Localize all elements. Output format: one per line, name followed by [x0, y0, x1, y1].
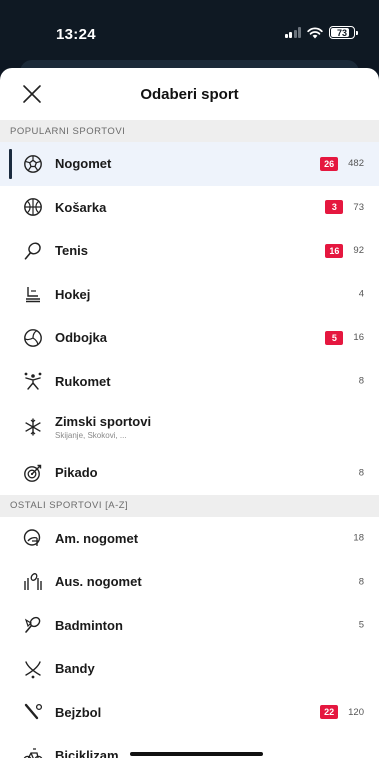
sport-item-aus-nogomet[interactable]: Aus. nogomet 8	[0, 560, 379, 604]
cycling-icon	[22, 745, 44, 758]
sport-counts: 16 92	[325, 243, 364, 258]
sport-counts: 26 482	[320, 156, 364, 171]
sport-item-bandy[interactable]: Bandy	[0, 647, 379, 691]
sport-label: Pikado	[55, 465, 98, 481]
sport-label: Tenis	[55, 243, 88, 259]
page-title: Odaberi sport	[140, 85, 239, 103]
sport-label: Bandy	[55, 661, 95, 677]
sheet-header: Odaberi sport	[0, 68, 379, 120]
volleyball-icon	[22, 327, 44, 349]
wifi-icon	[307, 26, 323, 38]
event-count: 16	[353, 332, 364, 344]
live-count-badge: 16	[325, 243, 344, 258]
hockey-icon	[22, 283, 44, 305]
sport-label: Hokej	[55, 286, 91, 302]
sport-item-hokej[interactable]: Hokej 4	[0, 272, 379, 316]
sport-counts: 4	[359, 289, 364, 300]
status-time: 13:24	[56, 26, 96, 43]
event-count: 8	[358, 375, 364, 387]
sport-label: Nogomet	[55, 156, 112, 172]
sport-picker-sheet: Odaberi sport POPULARNI SPORTOVI Nogomet 2…	[0, 68, 379, 758]
sport-counts: 5 16	[325, 330, 364, 345]
sport-counts: 18	[353, 533, 364, 544]
sport-counts: 8	[359, 576, 364, 587]
sport-label: Košarka	[55, 199, 107, 215]
event-count: 8	[358, 576, 364, 588]
sport-item-tenis[interactable]: Tenis 16 92	[0, 229, 379, 273]
sport-label: Badminton	[55, 617, 123, 633]
sport-text: Tenis	[55, 243, 88, 258]
sport-list: POPULARNI SPORTOVI Nogomet 26 482 Košarka 3 73…	[0, 120, 379, 758]
event-count: 4	[358, 288, 364, 300]
close-icon[interactable]	[22, 84, 42, 104]
sport-counts: 8	[359, 376, 364, 387]
sport-item-zimski-sportovi[interactable]: Zimski sportovi Skijanje, Skokovi, ...	[0, 403, 379, 451]
live-count-badge: 3	[325, 200, 344, 215]
snowflake-icon	[22, 416, 44, 438]
sport-counts: 8	[359, 467, 364, 478]
handball-icon	[22, 370, 44, 392]
bandy-icon	[22, 658, 44, 680]
sport-label: Odbojka	[55, 330, 108, 346]
sport-item-bejzbol[interactable]: Bejzbol 22 120	[0, 690, 379, 734]
home-indicator	[130, 752, 263, 756]
live-count-badge: 22	[320, 705, 339, 720]
darts-icon	[22, 462, 44, 484]
american-football-icon	[22, 527, 44, 549]
sport-text: Bejzbol	[55, 705, 101, 720]
sport-text: Hokej	[55, 287, 90, 302]
battery-percent: 73	[336, 27, 347, 38]
battery-icon: 73	[329, 26, 358, 39]
sport-text: Aus. nogomet	[55, 574, 142, 589]
sport-item-rukomet[interactable]: Rukomet 8	[0, 359, 379, 403]
sport-counts: 5	[359, 620, 364, 631]
sport-item-badminton[interactable]: Badminton 5	[0, 603, 379, 647]
sport-text: Am. nogomet	[55, 531, 138, 546]
section-header: OSTALI SPORTOVI [A-Z]	[0, 494, 379, 517]
aussie-rules-icon	[22, 571, 44, 593]
event-count: 73	[353, 201, 364, 213]
event-count: 482	[348, 158, 364, 170]
sport-text: Badminton	[55, 618, 123, 633]
live-count-badge: 26	[320, 156, 339, 171]
sport-text: Bandy	[55, 661, 95, 676]
sport-item-odbojka[interactable]: Odbojka 5 16	[0, 316, 379, 360]
sport-text: Zimski sportovi Skijanje, Skokovi, ...	[55, 414, 151, 440]
baseball-icon	[22, 701, 44, 723]
status-icons: 73	[284, 26, 358, 39]
sport-item-nogomet[interactable]: Nogomet 26 482	[0, 142, 379, 186]
sport-counts: 22 120	[320, 705, 364, 720]
event-count: 18	[353, 532, 364, 544]
sport-label: Bejzbol	[55, 704, 102, 720]
live-count-badge: 5	[325, 330, 344, 345]
section-header: POPULARNI SPORTOVI	[0, 120, 379, 142]
football-icon	[22, 153, 44, 175]
event-count: 8	[358, 467, 364, 479]
signal-icon	[284, 27, 301, 38]
sport-label: Aus. nogomet	[55, 574, 142, 590]
sport-item-košarka[interactable]: Košarka 3 73	[0, 185, 379, 229]
sport-counts: 3 73	[325, 200, 364, 215]
event-count: 5	[358, 619, 364, 631]
badminton-icon	[22, 614, 44, 636]
sport-label: Zimski sportovi	[55, 414, 152, 429]
event-count: 120	[348, 706, 364, 718]
sport-label: Rukomet	[55, 373, 111, 389]
basketball-icon	[22, 196, 44, 218]
tennis-icon	[22, 240, 44, 262]
sport-label: Biciklizam	[55, 748, 119, 758]
sport-text: Odbojka	[55, 330, 107, 345]
sport-label: Am. nogomet	[55, 530, 139, 546]
status-bar: 13:24 73	[0, 0, 379, 60]
sport-text: Nogomet	[55, 156, 111, 171]
sport-text: Pikado	[55, 465, 98, 480]
sport-subtitle: Skijanje, Skokovi, ...	[55, 431, 127, 440]
sport-text: Rukomet	[55, 374, 111, 389]
sport-text: Košarka	[55, 200, 106, 215]
sport-item-pikado[interactable]: Pikado 8	[0, 451, 379, 495]
sport-text: Biciklizam	[55, 748, 119, 758]
sport-item-am-nogomet[interactable]: Am. nogomet 18	[0, 516, 379, 560]
event-count: 92	[353, 245, 364, 257]
